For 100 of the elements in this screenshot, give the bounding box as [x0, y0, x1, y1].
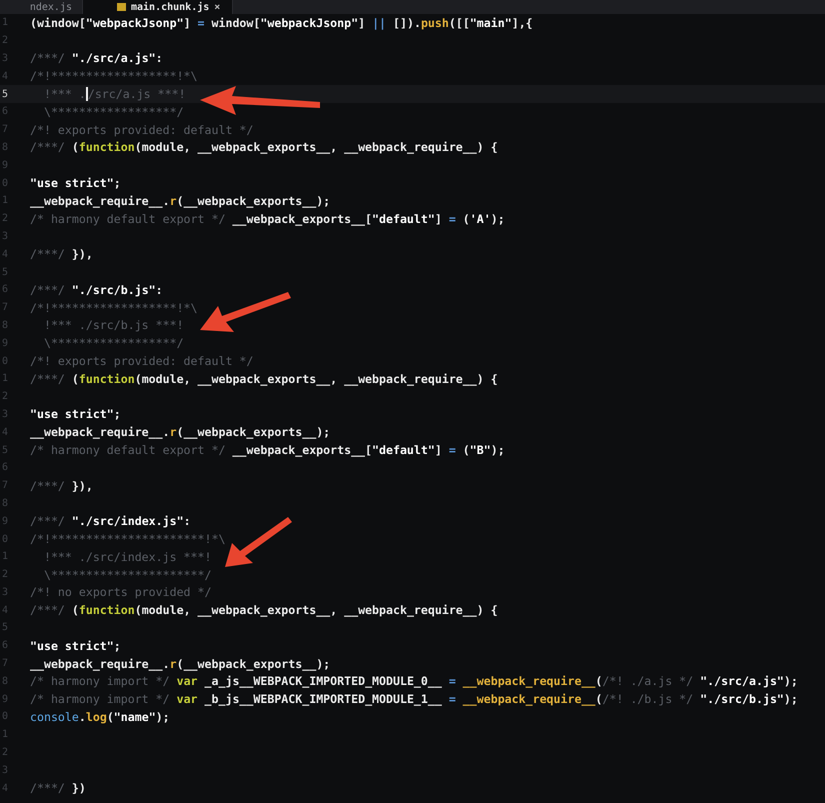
- code-comment: /*! exports provided: default */: [30, 122, 254, 137]
- code-comment: /*! no exports provided */: [30, 585, 212, 600]
- line-number: 9: [0, 694, 8, 705]
- keyword: function: [78, 603, 135, 618]
- operator: =: [448, 692, 456, 706]
- code-text: );: [490, 443, 505, 458]
- function-name: __webpack_require__: [462, 674, 596, 688]
- code-comment: \**********************/: [42, 568, 212, 582]
- code-comment: /* harmony default export */: [30, 212, 226, 226]
- line-number: 8: [0, 498, 8, 509]
- line-number: 8: [0, 676, 8, 687]
- code-text: (: [72, 372, 79, 386]
- line-number: 7: [0, 302, 8, 314]
- code-text: (: [106, 710, 114, 724]
- line-number: 7: [0, 124, 8, 136]
- code-comment: /* harmony default export */: [30, 443, 226, 458]
- line-number: 7: [0, 658, 8, 670]
- code-text: window[: [210, 16, 260, 30]
- line-number: 4: [0, 248, 8, 260]
- line-number: 0: [0, 356, 8, 367]
- code-text: (: [72, 140, 79, 154]
- operator: =: [448, 212, 456, 226]
- code-text: :: [156, 282, 163, 297]
- line-number: 6: [0, 462, 8, 474]
- string-literal: "use strict": [30, 638, 114, 653]
- code-comment: /*! ./b.js */: [602, 692, 694, 706]
- code-text: (window[: [30, 16, 86, 30]
- code-comment: \******************/: [42, 336, 184, 350]
- line-number: 1: [0, 551, 8, 562]
- line-number: 4: [0, 604, 8, 616]
- string-literal: "webpackJsonp": [260, 16, 358, 30]
- code-comment: /* harmony import */: [30, 692, 171, 706]
- code-text: _a_js__WEBPACK_IMPORTED_MODULE_0__: [204, 674, 443, 688]
- line-number: 5: [0, 444, 8, 456]
- code-text: (__webpack_exports__);: [176, 656, 330, 671]
- keyword: var: [176, 692, 198, 706]
- line-number: 3: [0, 408, 8, 420]
- operator: =: [198, 16, 205, 30]
- code-text: :: [184, 514, 191, 528]
- code-text: (module, __webpack_exports__, __webpack_require__) {: [134, 603, 498, 618]
- code-text: );: [784, 692, 798, 706]
- builtin-name: console: [30, 710, 79, 724]
- line-number: 2: [0, 391, 8, 402]
- code-text: .: [78, 710, 86, 724]
- code-comment: /***/: [30, 140, 66, 154]
- code-text: }),: [72, 478, 93, 493]
- string-literal: "B": [470, 443, 491, 458]
- code-text: (: [462, 443, 470, 458]
- string-literal: "./src/b.js": [700, 692, 784, 706]
- line-number: 8: [0, 320, 8, 331]
- line-number: 2: [0, 747, 8, 758]
- string-literal: "./src/a.js": [72, 51, 156, 66]
- keyword: function: [78, 372, 135, 386]
- close-icon[interactable]: ×: [214, 2, 220, 12]
- text-cursor: [86, 87, 88, 102]
- line-number: 2: [0, 569, 8, 580]
- code-text: ;: [114, 638, 121, 653]
- code-comment: /*!**********************!*\: [30, 532, 226, 546]
- annotation-arrow: [225, 517, 292, 567]
- line-number: 4: [0, 782, 8, 794]
- line-number: 6: [0, 284, 8, 296]
- code-comment: /*!******************!*\: [30, 300, 198, 315]
- code-comment: !*** ./src/b.js ***!: [42, 318, 184, 332]
- line-number: 8: [0, 142, 8, 153]
- function-name: log: [86, 710, 107, 724]
- code-comment: /***/: [30, 514, 66, 528]
- function-name: __webpack_require__: [462, 692, 596, 706]
- code-comment: /***/: [30, 372, 66, 386]
- line-number: 9: [0, 160, 8, 171]
- string-literal: "./src/b.js": [72, 282, 156, 297]
- code-comment: /***/: [30, 282, 66, 297]
- code-comment: /* harmony import */: [30, 674, 171, 688]
- code-comment: /*!******************!*\: [30, 69, 198, 84]
- code-text: ]: [434, 443, 443, 458]
- code-comment: /***/: [30, 478, 66, 493]
- code-text: (__webpack_exports__);: [176, 425, 330, 440]
- code-text: (module, __webpack_exports__, __webpack_require__) {: [134, 140, 498, 154]
- line-number: 1: [0, 195, 8, 206]
- code-text: __webpack_exports__[: [232, 212, 372, 226]
- line-number: 9: [0, 516, 8, 527]
- code-text: }),: [72, 247, 93, 262]
- line-number: 5: [0, 88, 8, 100]
- code-text: __webpack_exports__[: [232, 443, 372, 458]
- line-number: 6: [0, 106, 8, 118]
- code-comment: !*** .: [42, 87, 86, 102]
- code-text: __webpack_require__.: [30, 425, 170, 440]
- code-text: ]: [184, 16, 192, 30]
- string-literal: "name": [114, 710, 156, 724]
- function-name: r: [170, 194, 177, 208]
- code-comment: /*! exports provided: default */: [30, 354, 254, 368]
- file-icon: [117, 3, 126, 11]
- line-number: 0: [0, 178, 8, 189]
- code-text: );: [156, 710, 170, 724]
- line-number: 2: [0, 35, 8, 46]
- code-text: []).: [392, 16, 421, 30]
- line-number: 2: [0, 213, 8, 224]
- code-comment: \******************/: [42, 104, 184, 119]
- operator: =: [448, 674, 456, 688]
- string-literal: "./src/index.js": [72, 514, 184, 528]
- editor-tab[interactable]: main.chunk.js ×: [83, 0, 234, 14]
